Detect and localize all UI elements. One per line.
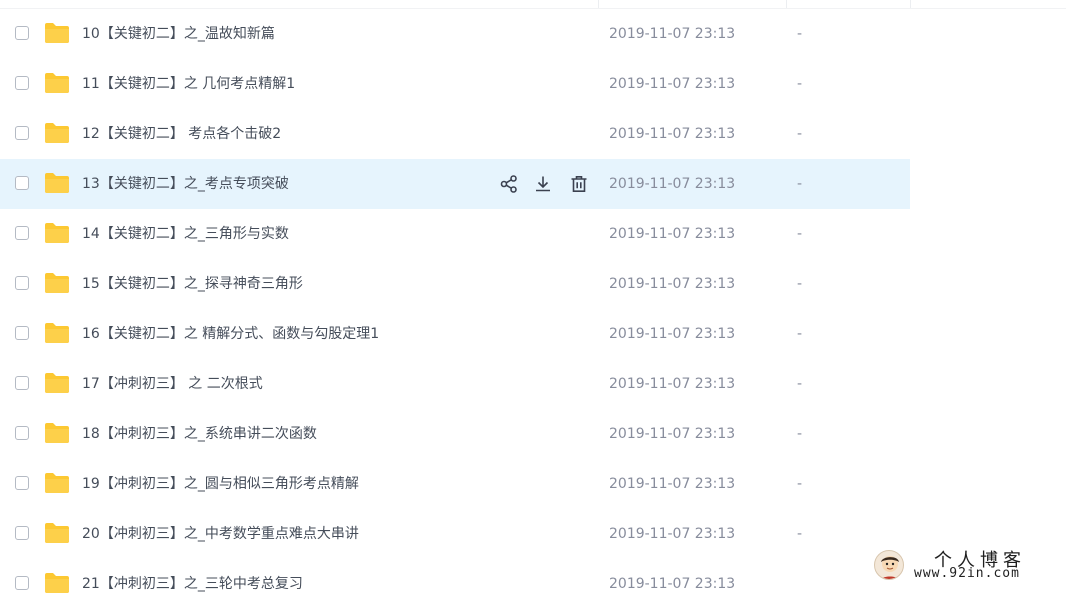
file-size: -: [797, 26, 803, 42]
file-row[interactable]: 20【冲刺初三】之_中考数学重点难点大串讲 2019-11-07 23:13 -: [0, 509, 910, 559]
file-row[interactable]: 19【冲刺初三】之_圆与相似三角形考点精解 2019-11-07 23:13 -: [0, 459, 910, 509]
row-checkbox[interactable]: [15, 476, 29, 490]
file-name[interactable]: 20【冲刺初三】之_中考数学重点难点大串讲: [82, 525, 359, 543]
file-size: -: [797, 76, 803, 92]
folder-icon: [44, 372, 70, 394]
column-divider[interactable]: [910, 0, 911, 8]
modified-date: 2019-11-07 23:13: [609, 426, 736, 442]
modified-date: 2019-11-07 23:13: [609, 76, 736, 92]
blog-watermark: 个人博客 www.92in.com: [868, 544, 1066, 586]
file-name[interactable]: 10【关键初二】之_温故知新篇: [82, 25, 275, 43]
share-icon[interactable]: [498, 173, 520, 195]
trash-icon[interactable]: [568, 173, 590, 195]
file-size: -: [797, 426, 803, 442]
row-checkbox[interactable]: [15, 426, 29, 440]
modified-date: 2019-11-07 23:13: [609, 126, 736, 142]
folder-icon: [44, 22, 70, 44]
row-checkbox[interactable]: [15, 526, 29, 540]
file-name[interactable]: 21【冲刺初三】之_三轮中考总复习: [82, 575, 303, 593]
file-size: -: [797, 526, 803, 542]
file-name[interactable]: 12【关键初二】 考点各个击破2: [82, 125, 281, 143]
row-checkbox[interactable]: [15, 276, 29, 290]
file-name[interactable]: 19【冲刺初三】之_圆与相似三角形考点精解: [82, 475, 359, 493]
folder-icon: [44, 72, 70, 94]
column-divider[interactable]: [786, 0, 787, 8]
row-checkbox[interactable]: [15, 326, 29, 340]
watermark-url: www.92in.com: [914, 566, 1020, 581]
modified-date: 2019-11-07 23:13: [609, 526, 736, 542]
row-checkbox[interactable]: [15, 126, 29, 140]
file-name[interactable]: 17【冲刺初三】 之 二次根式: [82, 375, 263, 393]
modified-date: 2019-11-07 23:13: [609, 26, 736, 42]
folder-icon: [44, 522, 70, 544]
file-size: -: [797, 276, 803, 292]
file-row[interactable]: 17【冲刺初三】 之 二次根式 2019-11-07 23:13 -: [0, 359, 910, 409]
file-name[interactable]: 14【关键初二】之_三角形与实数: [82, 225, 289, 243]
modified-date: 2019-11-07 23:13: [609, 276, 736, 292]
file-size: -: [797, 376, 803, 392]
modified-date: 2019-11-07 23:13: [609, 176, 736, 192]
file-row[interactable]: 18【冲刺初三】之_系统串讲二次函数 2019-11-07 23:13 -: [0, 409, 910, 459]
file-row[interactable]: 21【冲刺初三】之_三轮中考总复习 2019-11-07 23:13: [0, 559, 910, 609]
folder-icon: [44, 322, 70, 344]
file-name[interactable]: 11【关键初二】之 几何考点精解1: [82, 75, 295, 93]
folder-icon: [44, 122, 70, 144]
folder-icon: [44, 472, 70, 494]
file-size: -: [797, 226, 803, 242]
row-checkbox[interactable]: [15, 226, 29, 240]
file-name[interactable]: 13【关键初二】之_考点专项突破: [82, 175, 289, 193]
file-name[interactable]: 15【关键初二】之_探寻神奇三角形: [82, 275, 303, 293]
download-icon[interactable]: [532, 173, 554, 195]
row-checkbox[interactable]: [15, 176, 29, 190]
folder-icon: [44, 272, 70, 294]
column-header: [0, 0, 1066, 9]
row-checkbox[interactable]: [15, 76, 29, 90]
row-checkbox[interactable]: [15, 26, 29, 40]
row-checkbox[interactable]: [15, 576, 29, 590]
file-row[interactable]: 15【关键初二】之_探寻神奇三角形 2019-11-07 23:13 -: [0, 259, 910, 309]
column-divider[interactable]: [598, 0, 599, 8]
file-row[interactable]: 16【关键初二】之 精解分式、函数与勾股定理1 2019-11-07 23:13…: [0, 309, 910, 359]
modified-date: 2019-11-07 23:13: [609, 326, 736, 342]
row-checkbox[interactable]: [15, 376, 29, 390]
file-size: -: [797, 176, 803, 192]
file-row-hovered[interactable]: 13【关键初二】之_考点专项突破 2019-11-07 23:13 -: [0, 159, 910, 209]
cartoon-avatar-icon: [874, 550, 904, 580]
file-name[interactable]: 16【关键初二】之 精解分式、函数与勾股定理1: [82, 325, 379, 343]
modified-date: 2019-11-07 23:13: [609, 226, 736, 242]
modified-date: 2019-11-07 23:13: [609, 376, 736, 392]
file-size: -: [797, 476, 803, 492]
modified-date: 2019-11-07 23:13: [609, 576, 736, 592]
folder-icon: [44, 572, 70, 594]
file-row[interactable]: 14【关键初二】之_三角形与实数 2019-11-07 23:13 -: [0, 209, 910, 259]
folder-icon: [44, 422, 70, 444]
file-size: -: [797, 126, 803, 142]
file-row[interactable]: 10【关键初二】之_温故知新篇 2019-11-07 23:13 -: [0, 9, 910, 59]
folder-icon: [44, 222, 70, 244]
file-row[interactable]: 11【关键初二】之 几何考点精解1 2019-11-07 23:13 -: [0, 59, 910, 109]
folder-icon: [44, 172, 70, 194]
file-size: -: [797, 326, 803, 342]
file-row[interactable]: 12【关键初二】 考点各个击破2 2019-11-07 23:13 -: [0, 109, 910, 159]
file-name[interactable]: 18【冲刺初三】之_系统串讲二次函数: [82, 425, 317, 443]
modified-date: 2019-11-07 23:13: [609, 476, 736, 492]
